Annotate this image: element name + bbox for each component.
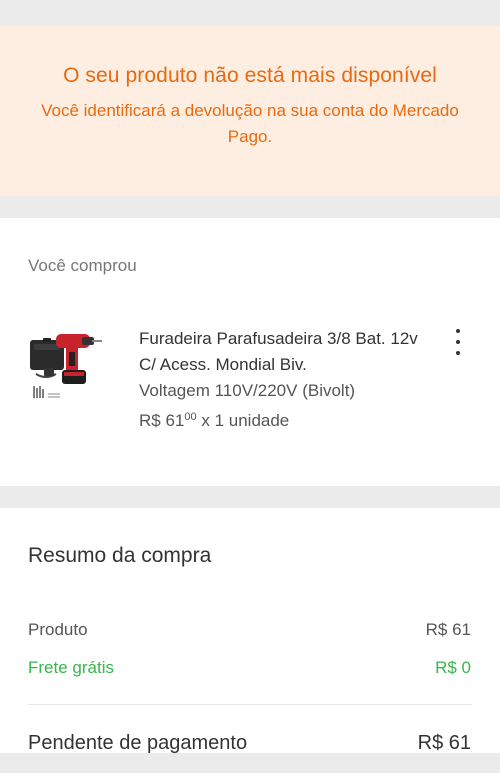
summary-row-product: Produto R$ 61 (28, 620, 471, 640)
more-vertical-icon[interactable] (452, 329, 464, 355)
banner-title: O seu produto não está mais disponível (63, 64, 437, 87)
price-main: R$ 61 (139, 411, 185, 430)
top-spacer (0, 0, 500, 26)
section-spacer (0, 486, 500, 508)
product-name: Furadeira Parafusadeira 3/8 Bat. 12v C/ … (139, 329, 418, 374)
unavailable-banner: O seu produto não está mais disponível V… (0, 26, 500, 196)
divider (28, 704, 472, 705)
summary-row-label: Frete grátis (28, 658, 114, 677)
banner-subtitle: Você identificará a devolução na sua con… (41, 101, 459, 146)
product-quantity: x 1 unidade (201, 411, 290, 430)
product-price: R$ 6100 x 1 unidade (139, 404, 439, 434)
drill-kit-image[interactable] (26, 322, 114, 412)
summary-row-shipping: Frete grátis R$ 0 (28, 658, 471, 678)
summary-row-pending: Pendente de pagamento R$ 61 (28, 732, 471, 755)
purchase-card: Você comprou Furadeira Parafusadeira 3/8… (0, 218, 500, 486)
purchase-label: Você comprou (28, 256, 137, 275)
pending-value: R$ 61 (417, 732, 471, 754)
summary-row-value: R$ 0 (435, 658, 471, 677)
price-cents: 00 (184, 411, 197, 423)
summary-title: Resumo da compra (28, 544, 212, 567)
product-variant: Voltagem 110V/220V (Bivolt) (139, 381, 356, 400)
summary-row-value: R$ 61 (425, 620, 471, 639)
summary-row-label: Produto (28, 620, 88, 639)
purchase-summary-card: Resumo da compra Produto R$ 61 Frete grá… (0, 508, 500, 755)
section-spacer (0, 196, 500, 218)
product-info[interactable]: Furadeira Parafusadeira 3/8 Bat. 12v C/ … (139, 326, 439, 434)
pending-label: Pendente de pagamento (28, 732, 248, 754)
